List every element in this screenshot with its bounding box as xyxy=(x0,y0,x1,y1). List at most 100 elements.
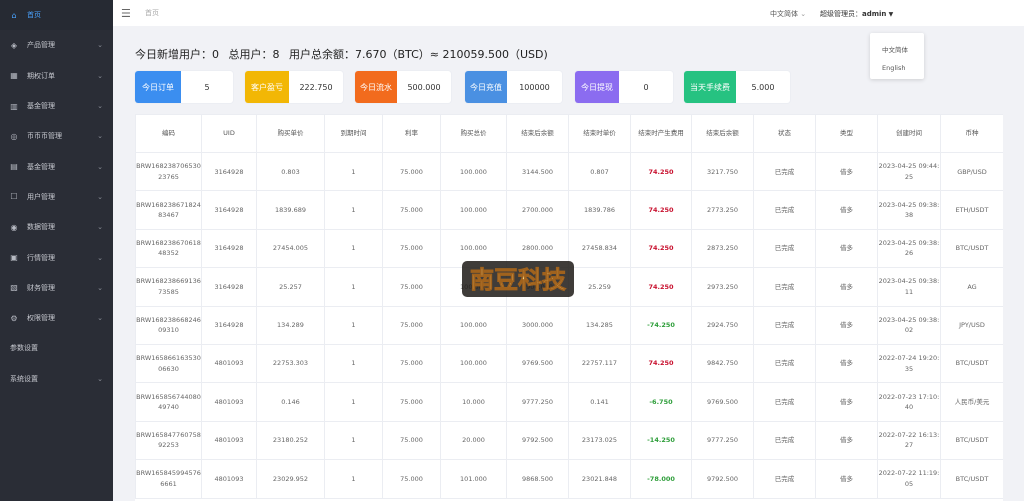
cube-icon: ◈ xyxy=(10,40,18,50)
table-cell: 2022-07-22 11:19:05 xyxy=(877,459,941,499)
table-cell: BRW16585674408049740 xyxy=(135,382,202,422)
sidebar-item-label: 币币币管理 xyxy=(27,132,62,141)
table-cell: 3164928 xyxy=(201,190,257,230)
table-row: BRW16823870653023765 3164928 0.803 1 75.000 1… xyxy=(135,151,1003,192)
sidebar-item-8[interactable]: ▣ 行情管理 ⌄ xyxy=(0,242,113,272)
table-cell: 1 xyxy=(324,228,383,269)
table-cell: 人民币/美元 xyxy=(940,382,1003,422)
chevron-down-icon: ⌄ xyxy=(97,102,103,111)
orders-table-container: 编码 UID 购买单价 到期时间 利率 购买总价 结束后余额 结束时单价 结束时产生费用 结束后余… xyxy=(135,114,1003,501)
table-cell: 75.000 xyxy=(382,343,441,384)
sidebar-item-2[interactable]: ▦ 期权订单 ⌄ xyxy=(0,61,113,91)
language-switcher[interactable]: 中文简体 ⌄ xyxy=(770,9,806,19)
sidebar-item-label: 行情管理 xyxy=(27,253,55,262)
table-cell: BRW16823867182483467 xyxy=(135,190,202,230)
table-cell: 1 xyxy=(324,343,383,384)
table-cell: 100.000 xyxy=(440,151,507,192)
table-cell: 2023-04-25 09:38:26 xyxy=(877,228,941,269)
table-cell: 1 xyxy=(324,459,383,499)
table-cell: 2973.250 xyxy=(691,267,754,307)
table-cell: 25.259 xyxy=(568,267,631,307)
sidebar-item-5[interactable]: ▤ 基金管理 ⌄ xyxy=(0,151,113,181)
chevron-down-icon: ⌄ xyxy=(97,253,103,262)
table-cell: 75.000 xyxy=(382,459,441,499)
table-cell: 23029.952 xyxy=(256,459,325,499)
table-cell: 4801093 xyxy=(201,382,257,422)
language-label: 中文简体 xyxy=(770,10,798,18)
sidebar-item-6[interactable]: ☐ 用户管理 ⌄ xyxy=(0,182,113,212)
table-cell: 1 xyxy=(324,190,383,230)
table-cell: 75.000 xyxy=(382,420,441,461)
sidebar-item-label: 数据管理 xyxy=(27,223,55,232)
sidebar-item-label: 系统设置 xyxy=(10,374,38,383)
finance-icon: ▧ xyxy=(10,283,18,293)
chevron-down-icon: ⌄ xyxy=(97,314,103,323)
table-cell: 3000.000 xyxy=(506,305,569,345)
table-cell: 9842.750 xyxy=(691,343,754,384)
table-cell: 3164928 xyxy=(201,305,257,345)
table-cell: 已完成 xyxy=(753,267,816,307)
chevron-down-icon: ⌄ xyxy=(97,223,103,232)
column-header: 结束时单价 xyxy=(568,114,631,153)
table-cell: 2023-04-25 09:38:11 xyxy=(877,267,941,307)
sidebar-item-0[interactable]: ⌂ 首页 xyxy=(0,0,113,31)
table-cell: 借多 xyxy=(815,420,878,461)
column-header: 结束后余额 xyxy=(506,114,569,153)
column-header: 状态 xyxy=(753,114,816,153)
table-cell: BRW16584776075892253 xyxy=(135,420,202,461)
admin-menu[interactable]: 超级管理员：admin ▼ xyxy=(820,9,893,19)
new-users-stat: 今日新增用户：0 xyxy=(135,48,219,61)
stat-card-value: 100000 xyxy=(519,82,550,92)
sidebar-item-10[interactable]: ⚙ 权限管理 ⌄ xyxy=(0,303,113,333)
chevron-down-icon: ⌄ xyxy=(97,132,103,141)
sidebar-item-11[interactable]: 参数设置 xyxy=(0,333,113,363)
table-cell: 已完成 xyxy=(753,305,816,345)
table-cell: 已完成 xyxy=(753,343,816,384)
table-cell: 1 xyxy=(324,151,383,192)
orders-table: 编码 UID 购买单价 到期时间 利率 购买总价 结束后余额 结束时单价 结束时产生费用 结束后余… xyxy=(135,114,1003,499)
stat-card-label: 今日提现 xyxy=(575,71,619,103)
table-cell: 借多 xyxy=(815,459,878,499)
table-cell: 100.000 xyxy=(440,305,507,345)
table-cell: 74.250 xyxy=(630,343,692,384)
language-option-en[interactable]: English xyxy=(870,58,924,77)
sidebar-item-7[interactable]: ◉ 数据管理 ⌄ xyxy=(0,212,113,242)
sidebar-item-1[interactable]: ◈ 产品管理 ⌄ xyxy=(0,30,113,60)
column-header: 类型 xyxy=(815,114,878,153)
sidebar-item-3[interactable]: ▥ 基金管理 ⌄ xyxy=(0,91,113,121)
table-cell: 2022-07-24 19:20:35 xyxy=(877,343,941,384)
column-header: 结束后余额 xyxy=(691,114,754,153)
language-option-zh[interactable]: 中文简体 xyxy=(870,39,924,58)
table-cell: 9868.500 xyxy=(506,459,569,499)
table-cell: BRW1658459945766661 xyxy=(135,459,202,499)
sidebar-item-9[interactable]: ▧ 财务管理 ⌄ xyxy=(0,273,113,303)
table-cell: 1 xyxy=(324,420,383,461)
table-cell: 借多 xyxy=(815,151,878,192)
menu-toggle-icon[interactable]: ☰ xyxy=(121,7,141,20)
watermark-logo: 南豆科技 xyxy=(462,261,574,297)
table-cell: 借多 xyxy=(815,267,878,307)
sidebar-item-label: 基金管理 xyxy=(27,162,55,171)
table-cell: 4801093 xyxy=(201,343,257,384)
table-cell: 9777.250 xyxy=(506,382,569,422)
sidebar-item-label: 基金管理 xyxy=(27,102,55,111)
sidebar-item-12[interactable]: 系统设置 ⌄ xyxy=(0,364,113,394)
stat-card-label: 今日订单 xyxy=(135,71,181,103)
table-cell: 1 xyxy=(324,382,383,422)
sidebar-item-label: 财务管理 xyxy=(27,283,55,292)
table-cell: 已完成 xyxy=(753,228,816,269)
sidebar-item-4[interactable]: ◎ 币币币管理 ⌄ xyxy=(0,121,113,151)
table-cell: 74.250 xyxy=(630,151,692,192)
table-cell: 借多 xyxy=(815,228,878,269)
wallet-icon: ▤ xyxy=(10,162,18,172)
table-row: BRW1658459945766661 4801093 23029.952 1 75.0… xyxy=(135,459,1003,499)
table-cell: 20.000 xyxy=(440,420,507,461)
stat-card-label: 今日充值 xyxy=(465,71,507,103)
column-header: 创建时间 xyxy=(877,114,941,153)
table-cell: 已完成 xyxy=(753,382,816,422)
table-cell: 1 xyxy=(324,267,383,307)
column-header: UID xyxy=(201,114,257,153)
table-cell: 23021.848 xyxy=(568,459,631,499)
admin-name: admin xyxy=(862,10,887,18)
table-cell: 0.803 xyxy=(256,151,325,192)
